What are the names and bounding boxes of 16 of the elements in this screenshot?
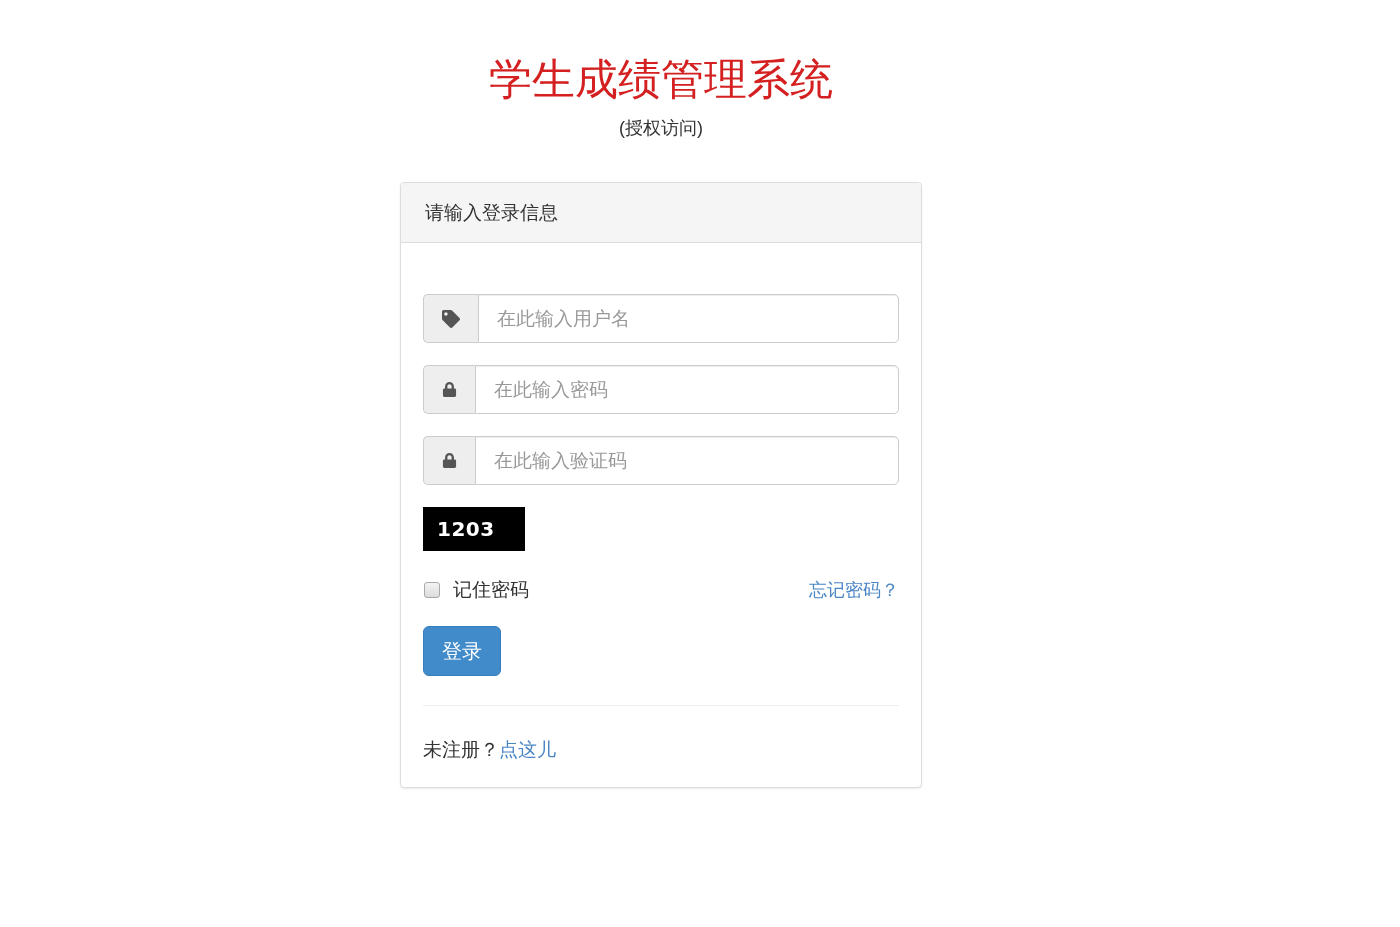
input-field[interactable]: 在此输入用户名 — [478, 294, 899, 343]
forgot-password-link[interactable]: 忘记密码？ — [809, 578, 899, 602]
captcha-image: 1203 — [423, 507, 525, 551]
login-button[interactable]: 登录 — [423, 626, 501, 676]
panel-heading: 请输入登录信息 — [425, 200, 558, 225]
remember-checkbox[interactable] — [424, 582, 440, 598]
lock-icon — [442, 382, 457, 397]
checkbox-label[interactable]: 记住密码 — [453, 577, 529, 603]
page-title: 学生成绩管理系统 — [489, 56, 833, 104]
input-field[interactable]: 在此输入密码 — [475, 365, 899, 414]
register-link[interactable]: 点这儿 — [499, 738, 556, 762]
tag-icon — [442, 309, 460, 328]
lock-icon — [442, 453, 457, 468]
page-subtitle: (授权访问) — [619, 117, 703, 140]
register-prompt: 未注册？ — [423, 738, 499, 762]
input-field[interactable]: 在此输入验证码 — [475, 436, 899, 485]
